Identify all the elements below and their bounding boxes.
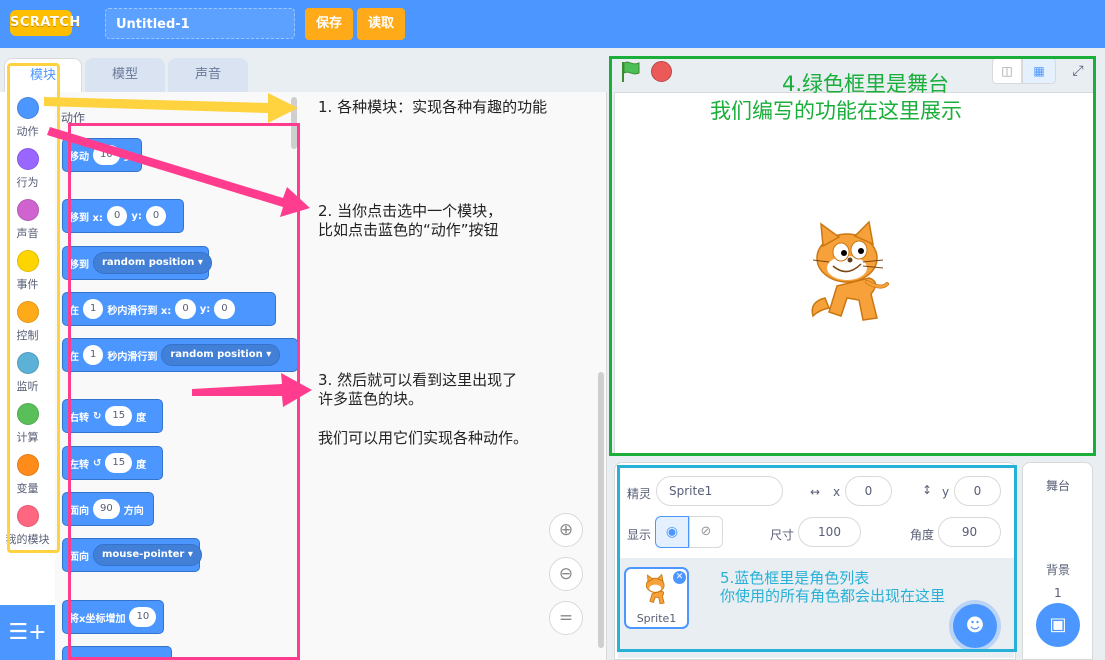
zoom-in-button[interactable]: ⊕ bbox=[549, 513, 583, 547]
zoom-out-icon: ⊖ bbox=[558, 564, 574, 584]
annotation-click-line2: 比如点击蓝色的“动作”按钮 bbox=[318, 221, 499, 239]
annotation-click-line1: 2. 当你点击选中一个模块， bbox=[318, 202, 503, 220]
tab-costumes[interactable]: 模型 bbox=[85, 58, 165, 92]
annotation-result-line1: 3. 然后就可以看到这里出现了 bbox=[318, 371, 518, 389]
add-extension-button[interactable]: ☰+ bbox=[0, 605, 55, 660]
annotation-result-line2: 许多蓝色的块。 bbox=[318, 390, 424, 408]
zoom-reset-icon: = bbox=[558, 608, 574, 628]
tab-sounds[interactable]: 声音 bbox=[168, 58, 248, 92]
yellow-highlight-box bbox=[7, 63, 60, 553]
load-button[interactable]: 读取 bbox=[357, 8, 405, 40]
choose-backdrop-button[interactable]: ▣ bbox=[1036, 603, 1080, 647]
backdrops-count: 1 bbox=[1054, 586, 1062, 600]
annotation-blocks: 1. 各种模块：实现各种有趣的功能 bbox=[318, 98, 548, 116]
scratch-logo[interactable]: SCRATCH bbox=[10, 10, 80, 36]
zoom-in-icon: ⊕ bbox=[558, 520, 574, 540]
save-button[interactable]: 保存 bbox=[305, 8, 353, 40]
extension-icon: ☰+ bbox=[8, 620, 47, 645]
zoom-reset-button[interactable]: = bbox=[549, 601, 583, 635]
stage-pane-title: 舞台 bbox=[1046, 479, 1071, 493]
zoom-out-button[interactable]: ⊖ bbox=[549, 557, 583, 591]
backdrops-label: 背景 bbox=[1046, 563, 1071, 577]
green-highlight-box bbox=[609, 56, 1096, 456]
pink-highlight-box bbox=[68, 123, 300, 660]
image-add-icon: ▣ bbox=[1049, 614, 1067, 635]
blue-highlight-box bbox=[617, 465, 1017, 652]
project-title-input[interactable]: Untitled-1 bbox=[105, 8, 295, 39]
workspace-scrollbar[interactable] bbox=[598, 372, 604, 648]
annotation-result-line3: 我们可以用它们实现各种动作。 bbox=[318, 429, 529, 447]
